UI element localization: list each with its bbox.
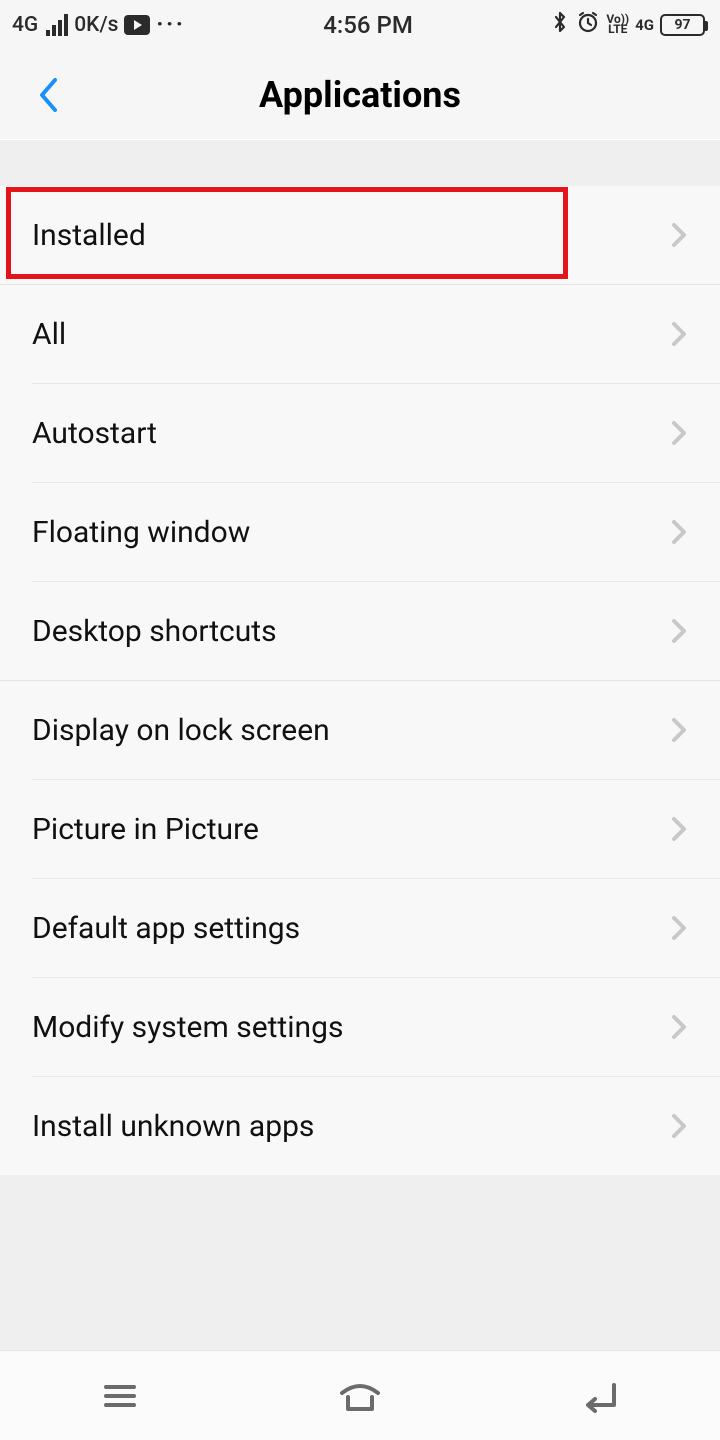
list-item-install-unknown-apps[interactable]: Install unknown apps — [0, 1077, 720, 1175]
list-item-label: All — [32, 317, 670, 352]
menu-icon — [100, 1381, 140, 1411]
back-icon — [578, 1379, 622, 1413]
chevron-right-icon — [670, 418, 688, 448]
list-item-floating-window[interactable]: Floating window — [0, 483, 720, 581]
bluetooth-icon — [550, 10, 570, 40]
list-item-label: Display on lock screen — [32, 713, 670, 748]
alarm-icon — [576, 10, 600, 40]
list-item-label: Desktop shortcuts — [32, 614, 670, 649]
list-item-default-app-settings[interactable]: Default app settings — [0, 879, 720, 977]
status-bar: 4G 0K/s ··· 4:56 PM Vo)) LTE 4G 97 — [0, 0, 720, 50]
list-item-autostart[interactable]: Autostart — [0, 384, 720, 482]
list-item-all[interactable]: All — [0, 285, 720, 383]
data-speed: 0K/s — [74, 13, 118, 37]
video-icon — [124, 15, 150, 35]
back-button[interactable] — [28, 75, 68, 115]
list-item-label: Installed — [32, 218, 670, 253]
home-icon — [336, 1379, 384, 1413]
list-item-label: Autostart — [32, 416, 670, 451]
list-item-label: Default app settings — [32, 911, 670, 946]
list-item-display-on-lock-screen[interactable]: Display on lock screen — [0, 681, 720, 779]
page-title: Applications — [0, 74, 720, 116]
network-label: 4G — [12, 13, 38, 37]
app-header: Applications — [0, 50, 720, 140]
spacer — [0, 140, 720, 186]
home-button[interactable] — [330, 1371, 390, 1421]
list-item-picture-in-picture[interactable]: Picture in Picture — [0, 780, 720, 878]
chevron-right-icon — [670, 517, 688, 547]
battery-icon: 97 — [660, 14, 705, 36]
nav-back-button[interactable] — [570, 1371, 630, 1421]
status-left: 4G 0K/s ··· — [12, 13, 186, 37]
status-time: 4:56 PM — [186, 11, 551, 39]
list-item-label: Modify system settings — [32, 1010, 670, 1045]
list-item-label: Install unknown apps — [32, 1109, 670, 1144]
chevron-left-icon — [36, 76, 60, 114]
signal-icon — [46, 14, 68, 36]
chevron-right-icon — [670, 913, 688, 943]
chevron-right-icon — [670, 715, 688, 745]
network-2-label: 4G — [635, 16, 654, 34]
list-item-modify-system-settings[interactable]: Modify system settings — [0, 978, 720, 1076]
more-icon: ··· — [156, 13, 185, 37]
volte-icon: Vo)) LTE — [606, 15, 629, 34]
chevron-right-icon — [670, 814, 688, 844]
chevron-right-icon — [670, 319, 688, 349]
chevron-right-icon — [670, 1111, 688, 1141]
chevron-right-icon — [670, 1012, 688, 1042]
list-item-installed[interactable]: Installed — [0, 186, 720, 284]
recent-apps-button[interactable] — [90, 1371, 150, 1421]
list-item-desktop-shortcuts[interactable]: Desktop shortcuts — [0, 582, 720, 680]
list-item-label: Picture in Picture — [32, 812, 670, 847]
chevron-right-icon — [670, 616, 688, 646]
chevron-right-icon — [670, 220, 688, 250]
settings-list: Installed All Autostart Floating window … — [0, 186, 720, 1175]
list-item-label: Floating window — [32, 515, 670, 550]
navigation-bar — [0, 1350, 720, 1440]
status-right: Vo)) LTE 4G 97 — [550, 10, 705, 40]
